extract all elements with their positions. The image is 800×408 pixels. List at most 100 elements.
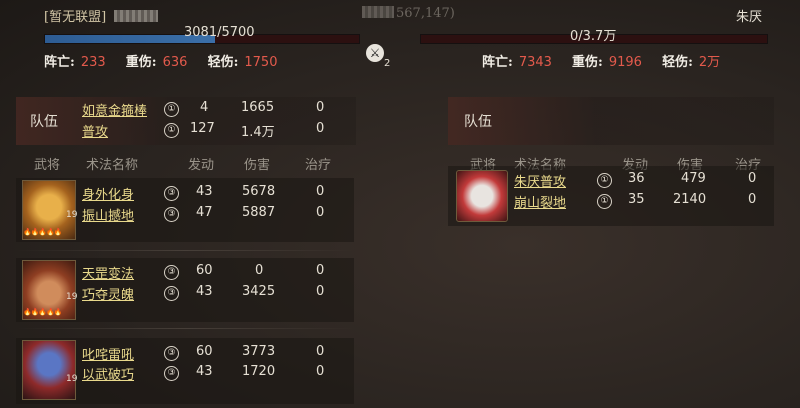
hero-level: 19 <box>66 210 78 220</box>
skill-damage: 3425 <box>242 284 276 299</box>
skill-damage: 479 <box>681 171 706 186</box>
left-team-title: 队伍 <box>30 114 58 130</box>
hero-skill-row: 天罡变法 <box>82 263 134 282</box>
right-heavy-value: 9196 <box>608 55 642 70</box>
left-troop-count: 3081/5700 <box>184 25 255 40</box>
col-casts: 发动 <box>188 158 215 173</box>
skill-casts: 127 <box>190 121 215 136</box>
right-team-title: 队伍 <box>464 114 492 130</box>
enemy-name: 朱厌 <box>735 10 762 25</box>
skill-name[interactable]: 以武破巧 <box>82 368 134 383</box>
skill-heal: 0 <box>316 184 325 199</box>
coordinates-text: 567,147) <box>396 6 455 21</box>
hero-level: 19 <box>66 374 78 384</box>
skill-damage: 1720 <box>242 364 276 379</box>
skill-name[interactable]: 身外化身 <box>82 188 134 203</box>
right-casualties: 阵亡: 7343 重伤: 9196 轻伤: 2万 <box>482 51 736 70</box>
dead-label: 阵亡: <box>44 55 75 70</box>
skill-casts: 43 <box>196 184 213 199</box>
skill-level: ③ <box>164 284 179 301</box>
skill-name[interactable]: 巧夺灵魄 <box>82 288 134 303</box>
dead-label: 阵亡: <box>482 55 513 70</box>
col-general: 武将 <box>34 158 61 173</box>
right-troop-count: 0/3.7万 <box>570 29 617 44</box>
right-light-value: 2万 <box>698 55 721 70</box>
right-team-summary <box>448 97 774 145</box>
left-light-value: 1750 <box>244 55 278 70</box>
blurred-player-name <box>114 10 159 22</box>
skill-level: ③ <box>164 344 179 361</box>
skill-name[interactable]: 朱厌普攻 <box>514 175 566 190</box>
skill-casts: 4 <box>200 100 209 115</box>
skill-damage: 5887 <box>242 205 276 220</box>
alliance-label: [暂无联盟] <box>44 10 107 25</box>
hero-skill-row: 巧夺灵魄 <box>82 284 134 303</box>
enemy-skill-row: 朱厌普攻 <box>514 171 566 190</box>
left-heavy-value: 636 <box>162 55 188 70</box>
skill-level: ① <box>597 192 612 209</box>
left-dead-value: 233 <box>80 55 106 70</box>
skill-casts: 36 <box>628 171 645 186</box>
white-ape-portrait[interactable] <box>456 170 508 222</box>
skill-heal: 0 <box>748 171 757 186</box>
col-skill-name: 术法名称 <box>86 158 139 173</box>
skill-damage: 0 <box>255 263 264 278</box>
skill-casts: 43 <box>196 284 213 299</box>
skill-level: ③ <box>164 205 179 222</box>
skill-level: ① <box>164 100 179 117</box>
left-casualties: 阵亡: 233 重伤: 636 轻伤: 1750 <box>44 51 293 70</box>
swords-icon[interactable]: ⚔ <box>366 44 384 62</box>
battle-count: 2 <box>384 58 391 69</box>
blue-demon-portrait[interactable] <box>22 340 76 400</box>
right-dead-value: 7343 <box>518 55 552 70</box>
skill-heal: 0 <box>316 100 325 115</box>
row-divider <box>16 328 354 329</box>
skill-heal: 0 <box>316 263 325 278</box>
skill-level: ① <box>597 171 612 188</box>
skill-casts: 60 <box>196 344 213 359</box>
skill-level: ③ <box>164 263 179 280</box>
light-wound-label: 轻伤: <box>662 55 693 70</box>
hero-skill-row: 身外化身 <box>82 184 134 203</box>
row-divider <box>16 250 354 251</box>
star-icon: 🔥🔥🔥🔥🔥 <box>23 228 63 236</box>
skill-damage: 1.4万 <box>241 125 275 140</box>
skill-level: ③ <box>164 184 179 201</box>
skill-level: ③ <box>164 364 179 381</box>
skill-name[interactable]: 普攻 <box>82 125 108 140</box>
skill-heal: 0 <box>316 121 325 136</box>
skill-name[interactable]: 天罡变法 <box>82 267 134 282</box>
skill-level: ① <box>164 121 179 138</box>
skill-heal: 0 <box>316 364 325 379</box>
enemy-skill-row: 崩山裂地 <box>514 192 566 211</box>
skill-name[interactable]: 崩山裂地 <box>514 196 566 211</box>
skill-damage: 2140 <box>673 192 707 207</box>
skill-name[interactable]: 振山撼地 <box>82 209 134 224</box>
skill-damage: 1665 <box>241 100 275 115</box>
left-player-header: [暂无联盟] <box>44 6 159 25</box>
skill-heal: 0 <box>316 205 325 220</box>
skill-name[interactable]: 如意金箍棒 <box>82 104 147 119</box>
hero-skill-row: 叱咤雷吼 <box>82 344 134 363</box>
skill-damage: 3773 <box>242 344 276 359</box>
hero-skill-row: 振山撼地 <box>82 205 134 224</box>
blurred-coords-prefix <box>362 6 394 18</box>
skill-casts: 35 <box>628 192 645 207</box>
heavy-wound-label: 重伤: <box>572 55 603 70</box>
left-team-summary <box>16 97 356 145</box>
star-icon: 🔥🔥🔥🔥🔥 <box>23 308 63 316</box>
skill-heal: 0 <box>748 192 757 207</box>
heavy-wound-label: 重伤: <box>125 55 157 70</box>
skill-name[interactable]: 叱咤雷吼 <box>82 348 134 363</box>
skill-casts: 60 <box>196 263 213 278</box>
coordinates-header: 567,147) <box>362 6 455 21</box>
light-wound-label: 轻伤: <box>207 55 239 70</box>
skill-heal: 0 <box>316 284 325 299</box>
skill-damage: 5678 <box>242 184 276 199</box>
col-damage: 伤害 <box>244 158 271 173</box>
hero-level: 19 <box>66 292 78 302</box>
left-team-row-2: 普攻 <box>82 121 108 140</box>
col-heal: 治疗 <box>305 158 332 173</box>
skill-casts: 43 <box>196 364 213 379</box>
skill-heal: 0 <box>316 344 325 359</box>
